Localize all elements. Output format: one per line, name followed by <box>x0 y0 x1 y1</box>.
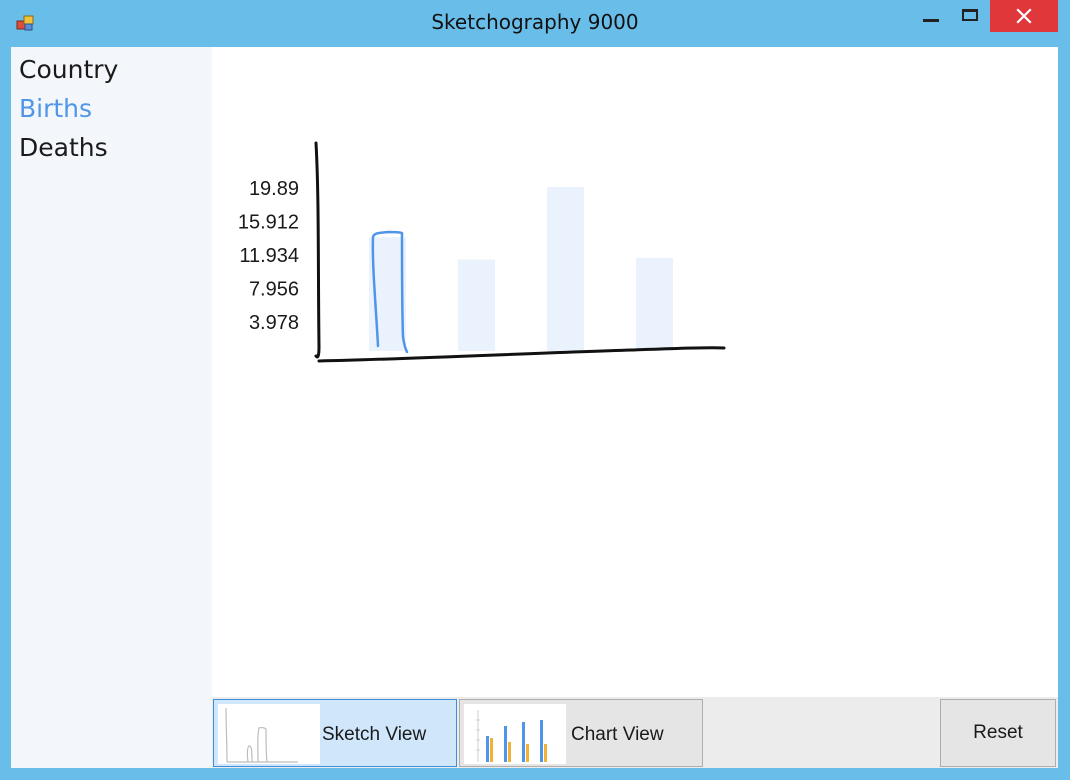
sketch-view-button[interactable]: Sketch View <box>213 699 457 767</box>
y-tick-label: 11.934 <box>239 245 299 267</box>
chart-bar[interactable] <box>547 187 584 351</box>
minimize-button[interactable] <box>908 0 954 32</box>
client-area: Country Births Deaths 19.89 15.912 11.934 7… <box>11 47 1058 768</box>
chart-bar[interactable] <box>458 259 495 351</box>
chart-bar[interactable] <box>636 257 673 351</box>
field-item-births[interactable]: Births <box>19 94 92 124</box>
chart-thumbnail-icon <box>464 704 566 764</box>
maximize-button[interactable] <box>954 0 988 32</box>
sketch-chart: 19.89 15.912 11.934 7.956 3.978 <box>238 141 726 363</box>
field-item-deaths[interactable]: Deaths <box>19 133 108 163</box>
bottom-toolbar: Sketch View Chart View Reset <box>212 697 1058 768</box>
y-tick-label: 15.912 <box>238 212 299 234</box>
reset-button[interactable]: Reset <box>940 699 1056 767</box>
y-tick-label: 7.956 <box>249 279 299 301</box>
y-tick-label: 3.978 <box>249 312 299 334</box>
maximize-icon <box>962 9 978 21</box>
field-item-country[interactable]: Country <box>19 55 118 85</box>
y-axis <box>314 141 321 359</box>
close-button[interactable] <box>990 0 1058 32</box>
sketch-view-label: Sketch View <box>322 724 427 745</box>
close-icon <box>1016 8 1032 24</box>
field-list: Country Births Deaths <box>11 47 212 768</box>
app-window: Sketchography 9000 Country Births Deaths… <box>0 0 1070 780</box>
minimize-icon <box>923 19 939 22</box>
sketch-thumbnail-icon <box>218 704 320 764</box>
reset-label: Reset <box>973 722 1023 743</box>
chart-view-label: Chart View <box>571 724 664 745</box>
y-tick-label: 19.89 <box>249 178 299 200</box>
sketch-canvas[interactable]: 19.89 15.912 11.934 7.956 3.978 <box>212 47 1058 697</box>
title-bar[interactable]: Sketchography 9000 <box>0 0 1070 46</box>
chart-view-button[interactable]: Chart View <box>459 699 703 767</box>
